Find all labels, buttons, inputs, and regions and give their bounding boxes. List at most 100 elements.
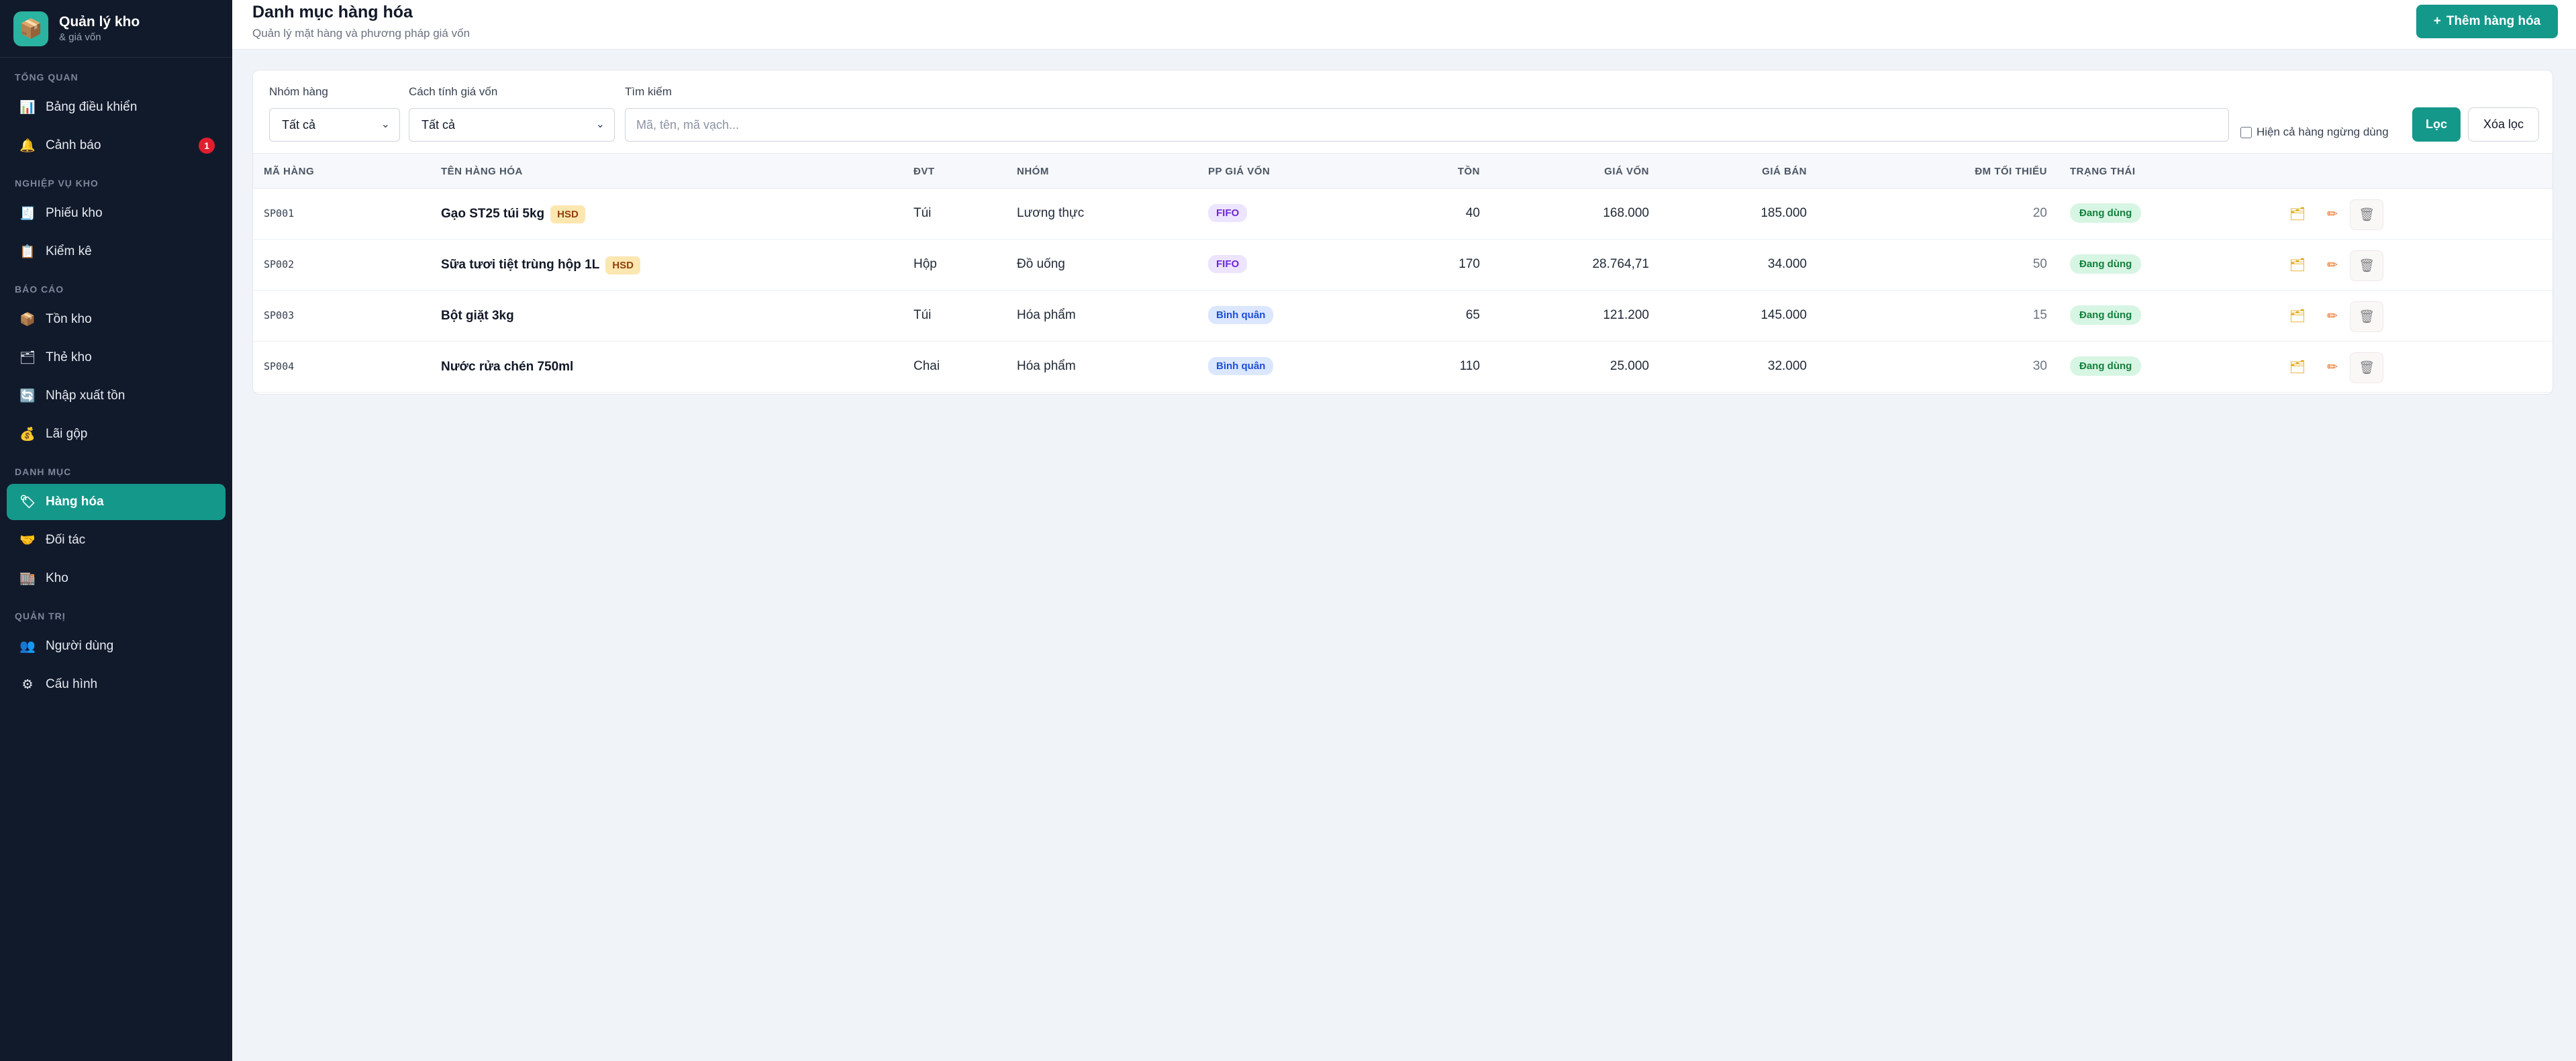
sidebar-item[interactable]: 👥 Người dùng — [7, 628, 226, 664]
nav-item-icon: 🔔 — [19, 139, 36, 153]
table-row[interactable]: SP003 Bột giặt 3kg Túi Hóa phẩm Bình quân 65 1… — [253, 291, 2553, 342]
sidebar-item[interactable]: 🔄 Nhập xuất tồn — [7, 378, 226, 414]
edit-icon[interactable]: ✏ — [2323, 205, 2342, 223]
show-inactive-toggle[interactable]: Hiện cả hàng ngừng dùng — [2240, 125, 2389, 139]
cost-method-badge: FIFO — [1208, 204, 1248, 222]
product-code: SP003 — [264, 309, 295, 321]
stock-qty: 110 — [1459, 359, 1480, 373]
nav-item-icon: 🧾 — [19, 207, 36, 221]
add-product-button[interactable]: + Thêm hàng hóa — [2416, 5, 2558, 38]
status-badge: Đang dùng — [2070, 254, 2142, 274]
sidebar-item[interactable]: ⚙ Cấu hình — [7, 666, 226, 703]
nav-item-label: Nhập xuất tồn — [46, 389, 126, 403]
stock-card-icon[interactable]: 🗂 — [2288, 205, 2307, 223]
cost-method-badge: Bình quân — [1208, 357, 1274, 375]
cost-price: 25.000 — [1609, 359, 1649, 373]
show-inactive-label: Hiện cả hàng ngừng dùng — [2257, 125, 2389, 138]
chevron-down-icon: ⌄ — [381, 119, 390, 130]
cost-method-badge: Bình quân — [1208, 306, 1274, 324]
status-badge: Đang dùng — [2070, 305, 2142, 325]
search-input[interactable] — [625, 108, 2229, 142]
main-area: Danh mục hàng hóa Quản lý mặt hàng và ph… — [232, 0, 2576, 1061]
col-unit: ĐVT — [913, 166, 935, 177]
edit-icon[interactable]: ✏ — [2323, 307, 2342, 325]
delete-icon[interactable]: 🗑 — [2350, 301, 2383, 332]
product-name: Sữa tươi tiệt trùng hộp 1L HSD — [441, 253, 640, 277]
nav-section-title: DANH MỤC — [15, 466, 72, 477]
nav-item-label: Hàng hóa — [46, 495, 104, 509]
col-status: TRẠNG THÁI — [2070, 166, 2136, 177]
table-row[interactable]: SP004 Nước rửa chén 750ml Chai Hóa phẩm Bình… — [253, 342, 2553, 393]
stock-card-icon[interactable]: 🗂 — [2288, 307, 2307, 325]
show-inactive-checkbox[interactable] — [2240, 126, 2252, 138]
brand-subtitle: & giá vốn — [59, 31, 101, 43]
sidebar-item[interactable]: 🧾 Phiếu kho — [7, 195, 226, 232]
search-label: Tìm kiếm — [625, 85, 672, 98]
nav-item-label: Người dùng — [46, 639, 114, 653]
filter-bar: Nhóm hàng Tất cả ⌄ Cách tính giá vốn Tất… — [253, 70, 2553, 154]
brand[interactable]: 📦 Quản lý kho & giá vốn — [0, 0, 232, 58]
table-header: MÃ HÀNG TÊN HÀNG HÓA ĐVT NHÓM PP GIÁ VỐN… — [253, 154, 2553, 189]
nav-item-icon: 🤝 — [19, 534, 36, 548]
sidebar-item[interactable]: 📋 Kiểm kê — [7, 234, 226, 270]
cost-price: 28.764,71 — [1592, 257, 1649, 271]
sidebar-item[interactable]: 📦 Tồn kho — [7, 301, 226, 338]
sidebar-item[interactable]: 🗂 Thẻ kho — [7, 340, 226, 376]
table-row[interactable]: SP001 Gạo ST25 túi 5kg HSD Túi Lương thực FIF… — [253, 189, 2553, 240]
stock-qty: 40 — [1465, 206, 1480, 220]
sidebar-nav: TỔNG QUAN 📊 Bảng điều khiển 🔔 Cảnh báo 1 NGHIỆ… — [0, 67, 232, 703]
sale-price: 32.000 — [1767, 359, 1807, 373]
nav-item-icon: 📦 — [19, 313, 36, 327]
nav-item-icon: 📊 — [19, 101, 36, 115]
expiry-tag: HSD — [550, 205, 585, 223]
nav-item-label: Cấu hình — [46, 677, 98, 691]
sale-price: 185.000 — [1761, 206, 1807, 220]
col-code: MÃ HÀNG — [264, 166, 315, 177]
delete-icon[interactable]: 🗑 — [2350, 250, 2383, 281]
nav-section-title: QUẢN TRỊ — [15, 611, 66, 621]
product-name: Gạo ST25 túi 5kg HSD — [441, 202, 585, 226]
stock-card-icon[interactable]: 🗂 — [2288, 358, 2307, 376]
delete-icon[interactable]: 🗑 — [2350, 199, 2383, 230]
expiry-tag: HSD — [605, 256, 640, 274]
min-stock: 20 — [2032, 206, 2047, 220]
nav-item-label: Đối tác — [46, 533, 86, 547]
product-code: SP004 — [264, 360, 295, 372]
nav-item-icon: 📋 — [19, 245, 36, 259]
alert-count-badge: 1 — [199, 138, 215, 154]
sidebar-item[interactable]: 🔔 Cảnh báo 1 — [7, 128, 226, 164]
cost-method-filter-select[interactable]: Tất cả ⌄ — [409, 108, 615, 142]
group-filter-select[interactable]: Tất cả ⌄ — [269, 108, 400, 142]
box-icon: 📦 — [13, 11, 48, 46]
product-code: SP001 — [264, 207, 295, 219]
sidebar-item[interactable]: 📊 Bảng điều khiển — [7, 89, 226, 125]
edit-icon[interactable]: ✏ — [2323, 256, 2342, 274]
product-code: SP002 — [264, 258, 295, 270]
sidebar-item[interactable]: 🤝 Đối tác — [7, 522, 226, 558]
nav-section-title: BÁO CÁO — [15, 284, 64, 295]
col-cost: GIÁ VỐN — [1604, 166, 1649, 177]
edit-icon[interactable]: ✏ — [2323, 358, 2342, 376]
product-group: Đồ uống — [1017, 257, 1065, 271]
sidebar-item[interactable]: 💰 Lãi gộp — [7, 416, 226, 452]
col-group: NHÓM — [1017, 166, 1049, 177]
group-filter-label: Nhóm hàng — [269, 85, 328, 98]
product-unit: Chai — [913, 359, 940, 373]
stock-card-icon[interactable]: 🗂 — [2288, 256, 2307, 274]
nav-item-icon: ⚙ — [21, 677, 34, 692]
chevron-down-icon: ⌄ — [595, 119, 605, 130]
product-name-text: Bột giặt 3kg — [441, 309, 514, 323]
delete-icon[interactable]: 🗑 — [2350, 352, 2383, 383]
sidebar-item[interactable]: 🏷 Hàng hóa — [7, 484, 226, 520]
col-price: GIÁ BÁN — [1762, 166, 1807, 177]
product-unit: Hộp — [913, 257, 937, 271]
nav-item-icon: 💰 — [19, 427, 36, 442]
filter-button[interactable]: Lọc — [2412, 107, 2461, 142]
clear-filter-button[interactable]: Xóa lọc — [2468, 107, 2539, 142]
table-row[interactable]: SP002 Sữa tươi tiệt trùng hộp 1L HSD Hộp Đồ … — [253, 240, 2553, 291]
sale-price: 34.000 — [1767, 257, 1807, 271]
product-card: Nhóm hàng Tất cả ⌄ Cách tính giá vốn Tất… — [252, 70, 2553, 395]
sidebar-item[interactable]: 🏬 Kho — [7, 560, 226, 597]
group-filter-value: Tất cả — [282, 117, 316, 132]
min-stock: 30 — [2032, 359, 2047, 373]
